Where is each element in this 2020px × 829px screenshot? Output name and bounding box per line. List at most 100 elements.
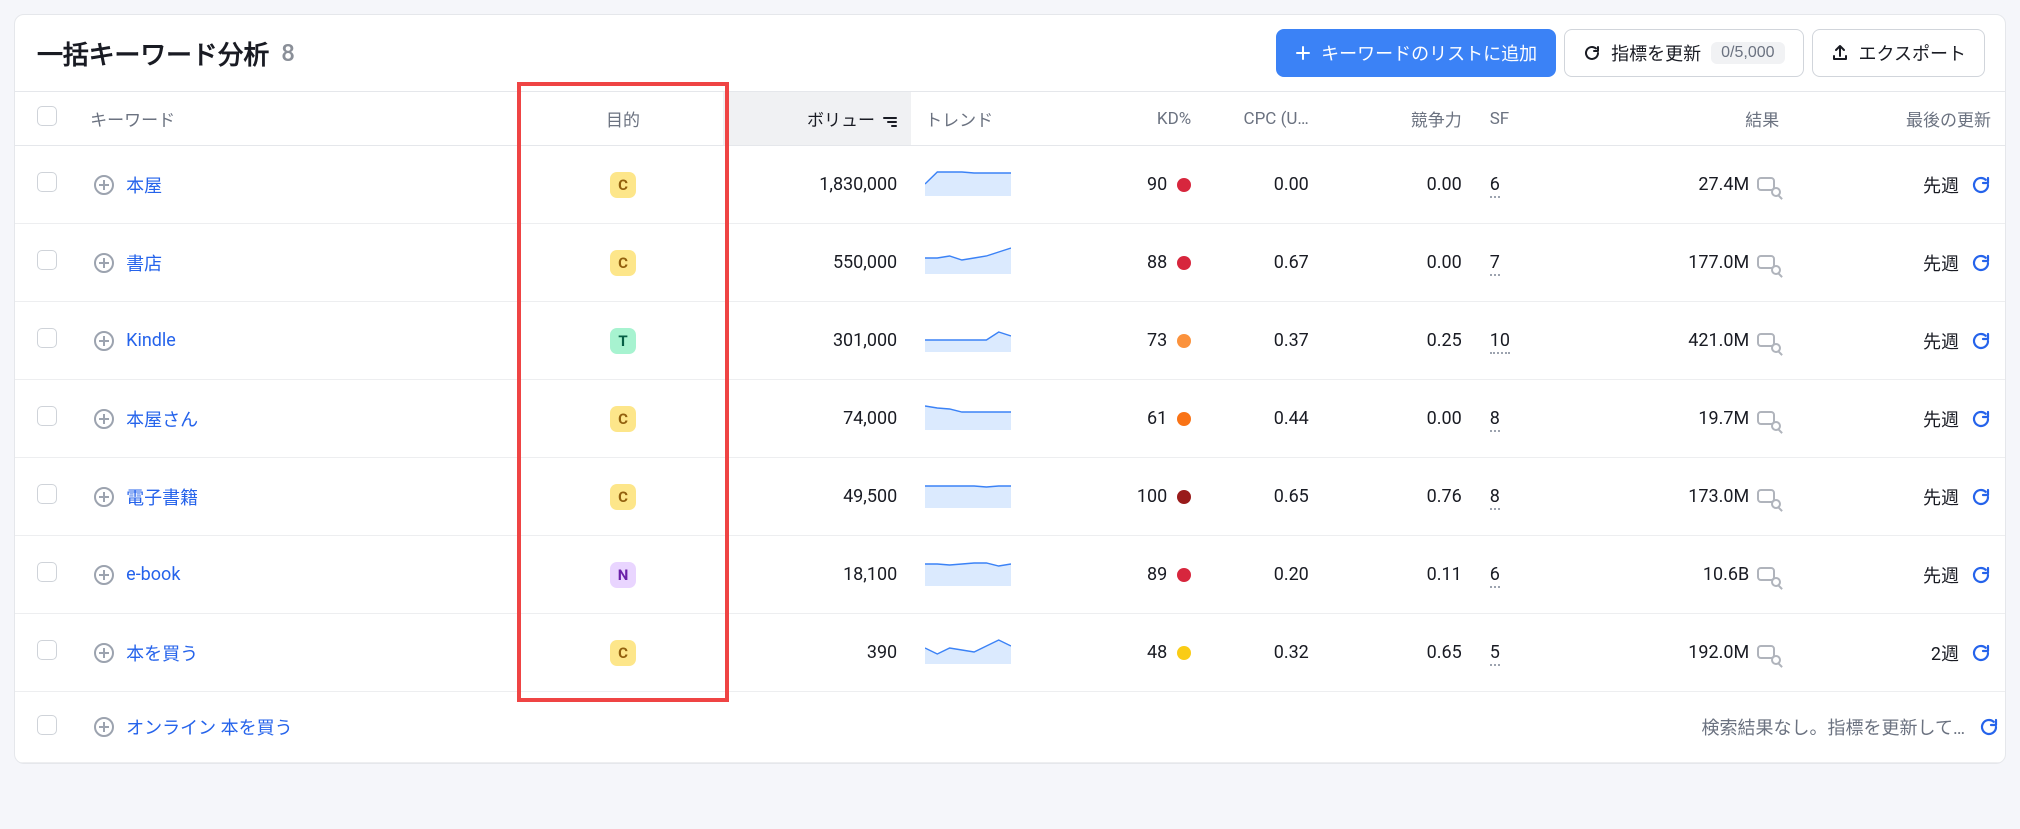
add-keyword-icon[interactable] [94,565,114,585]
serp-icon[interactable] [1757,175,1779,195]
serp-features-count[interactable]: 7 [1490,252,1500,276]
add-keyword-icon[interactable] [94,253,114,273]
table-row: Kindle T 301,000 73 0.37 0.25 10 421.0M … [15,302,2005,380]
volume-value: 18,100 [723,536,911,614]
keyword-link[interactable]: 本を買う [126,640,198,666]
intent-badge: C [610,250,636,276]
refresh-row-icon[interactable] [1971,643,1991,663]
updated-value: 先週 [1923,406,1959,432]
select-all-checkbox[interactable] [37,106,57,126]
add-keyword-icon[interactable] [94,175,114,195]
results-value: 421.0M [1688,330,1749,351]
row-checkbox[interactable] [37,484,57,504]
results-value: 19.7M [1698,408,1749,429]
add-keyword-icon[interactable] [94,643,114,663]
col-updated[interactable]: 最後の更新 [1793,92,2005,146]
keyword-link[interactable]: 書店 [126,250,162,276]
serp-features-count[interactable]: 10 [1490,330,1510,354]
competition-value: 0.00 [1323,146,1476,224]
col-comp[interactable]: 競争力 [1323,92,1476,146]
refresh-row-icon[interactable] [1971,565,1991,585]
competition-value: 0.00 [1323,224,1476,302]
table-row-no-result: オンライン 本を買う 検索結果なし。指標を更新して… [15,692,2005,763]
serp-icon[interactable] [1757,253,1779,273]
keyword-link[interactable]: 電子書籍 [126,484,198,510]
updated-value: 先週 [1923,484,1959,510]
updated-value: 先週 [1923,172,1959,198]
col-keyword[interactable]: キーワード [76,92,523,146]
refresh-row-icon[interactable] [1971,331,1991,351]
serp-features-count[interactable]: 8 [1490,486,1500,510]
serp-features-count[interactable]: 6 [1490,174,1500,198]
page-title: 一括キーワード分析 [37,35,269,72]
serp-features-count[interactable]: 5 [1490,642,1500,666]
add-keyword-icon[interactable] [94,331,114,351]
add-keywords-button[interactable]: キーワードのリストに追加 [1276,29,1556,77]
keyword-link[interactable]: e-book [126,564,180,585]
kd-value: 90 [1147,174,1167,195]
col-kd[interactable]: KD% [1076,92,1205,146]
trend-sparkline [911,458,1076,536]
row-checkbox[interactable] [37,562,57,582]
competition-value: 0.11 [1323,536,1476,614]
updated-value: 先週 [1923,250,1959,276]
trend-sparkline [911,302,1076,380]
col-intent[interactable]: 目的 [523,92,723,146]
refresh-row-icon[interactable] [1971,175,1991,195]
add-keywords-label: キーワードのリストに追加 [1321,40,1537,66]
row-checkbox[interactable] [37,172,57,192]
kd-difficulty-dot [1177,568,1191,582]
kd-value: 100 [1137,486,1167,507]
trend-sparkline [911,224,1076,302]
row-checkbox[interactable] [37,328,57,348]
serp-icon[interactable] [1757,331,1779,351]
serp-icon[interactable] [1757,409,1779,429]
cpc-value: 0.00 [1205,146,1323,224]
intent-badge: C [610,406,636,432]
col-results[interactable]: 結果 [1570,92,1793,146]
page-title-count: 8 [281,39,295,67]
add-keyword-icon[interactable] [94,409,114,429]
kd-difficulty-dot [1177,412,1191,426]
table-row: e-book N 18,100 89 0.20 0.11 6 10.6B 先週 [15,536,2005,614]
kd-difficulty-dot [1177,256,1191,270]
refresh-row-icon[interactable] [1979,717,1999,737]
export-button[interactable]: エクスポート [1812,29,1985,77]
keyword-link[interactable]: オンライン 本を買う [126,714,292,740]
serp-icon[interactable] [1757,487,1779,507]
refresh-row-icon[interactable] [1971,487,1991,507]
export-icon [1831,44,1849,62]
kd-difficulty-dot [1177,334,1191,348]
competition-value: 0.00 [1323,380,1476,458]
row-checkbox[interactable] [37,250,57,270]
row-checkbox[interactable] [37,715,57,735]
update-metrics-button[interactable]: 指標を更新 0/5,000 [1564,29,1803,77]
row-checkbox[interactable] [37,640,57,660]
cpc-value: 0.37 [1205,302,1323,380]
row-checkbox[interactable] [37,406,57,426]
refresh-row-icon[interactable] [1971,253,1991,273]
keyword-link[interactable]: Kindle [126,330,176,351]
add-keyword-icon[interactable] [94,487,114,507]
cpc-value: 0.20 [1205,536,1323,614]
kd-value: 73 [1147,330,1167,351]
intent-badge: T [610,328,636,354]
intent-badge: C [610,640,636,666]
serp-icon[interactable] [1757,565,1779,585]
updated-value: 先週 [1923,328,1959,354]
keyword-link[interactable]: 本屋さん [126,406,198,432]
refresh-row-icon[interactable] [1971,409,1991,429]
serp-features-count[interactable]: 8 [1490,408,1500,432]
results-value: 192.0M [1688,642,1749,663]
keyword-link[interactable]: 本屋 [126,172,162,198]
col-trend[interactable]: トレンド [911,92,1076,146]
serp-features-count[interactable]: 6 [1490,564,1500,588]
col-cpc[interactable]: CPC (U… [1205,92,1323,146]
add-keyword-icon[interactable] [94,717,114,737]
results-value: 10.6B [1703,564,1749,585]
plus-icon [1295,45,1311,61]
sort-descending-icon [883,115,897,129]
serp-icon[interactable] [1757,643,1779,663]
col-volume[interactable]: ボリュー [723,92,911,146]
col-sf[interactable]: SF [1476,92,1570,146]
